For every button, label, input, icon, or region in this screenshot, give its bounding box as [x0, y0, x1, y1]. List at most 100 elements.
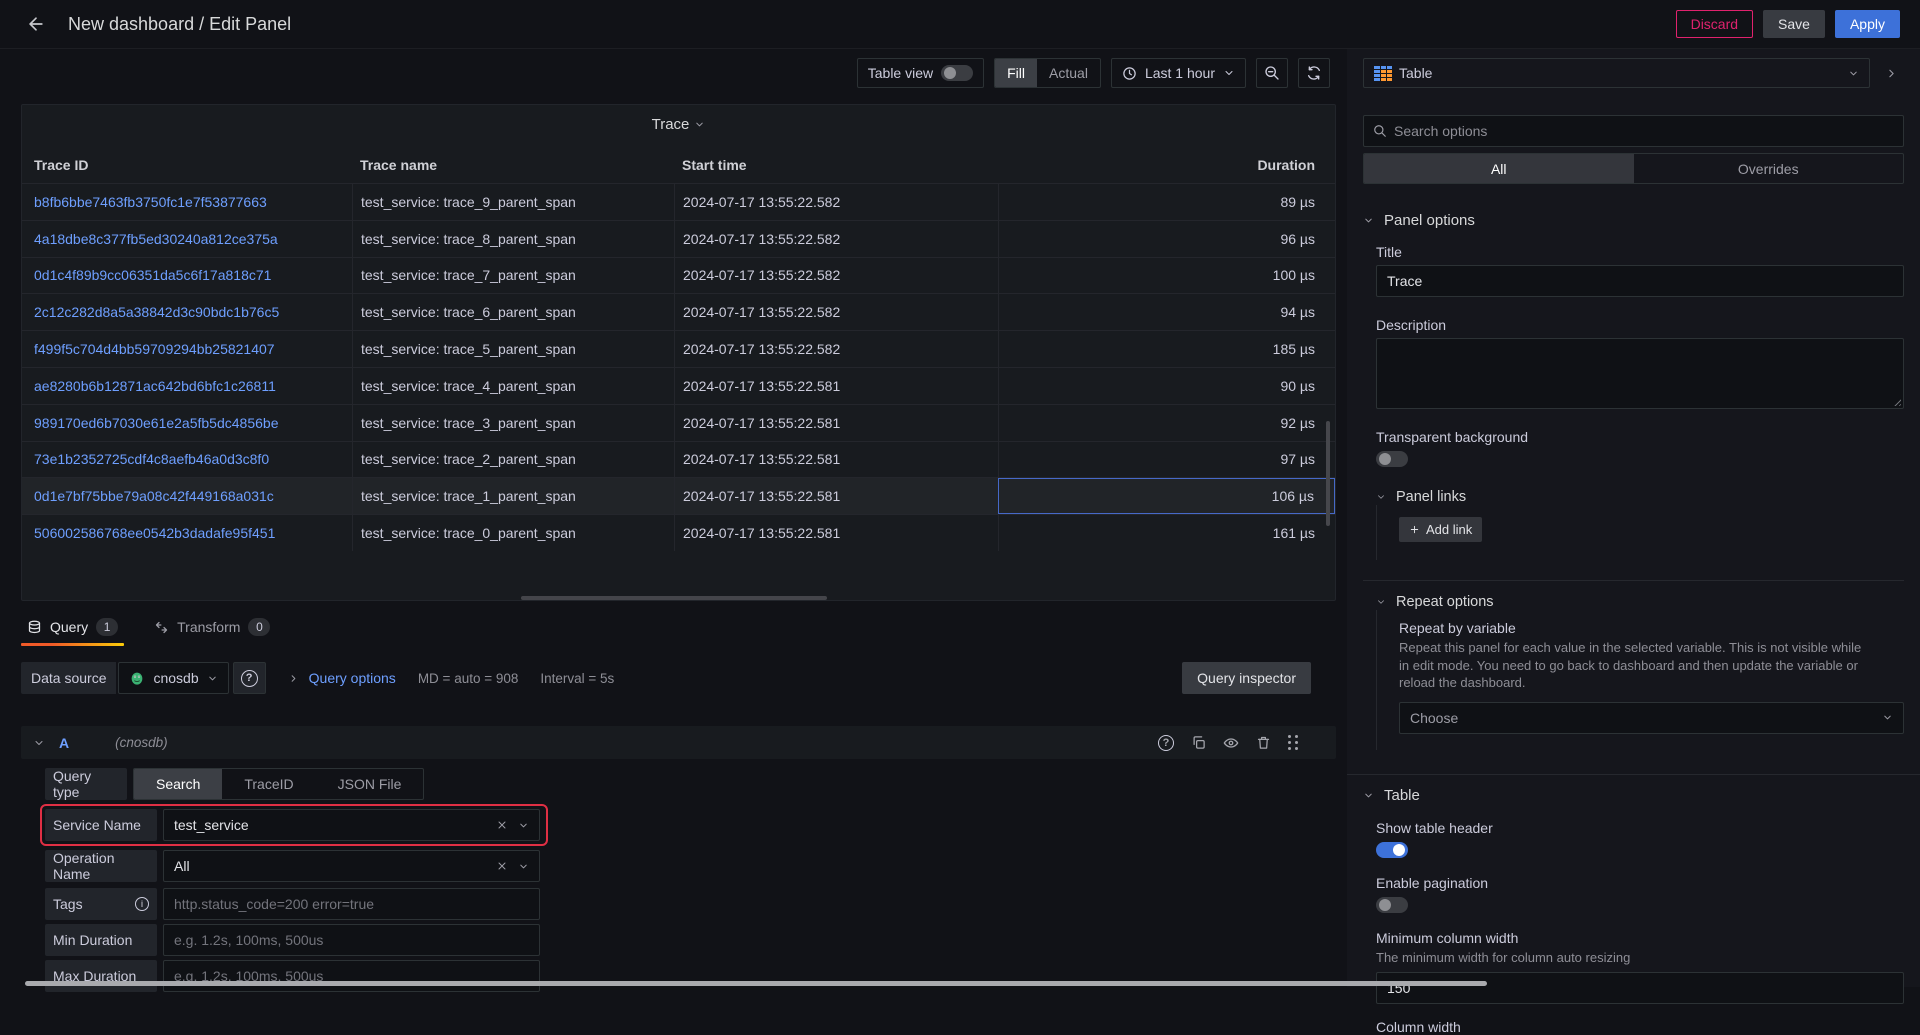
datasource-help-button[interactable]: ? [232, 662, 266, 694]
operation-name-value: All [174, 858, 190, 874]
options-search [1363, 115, 1904, 147]
fill-actual-group: Fill Actual [994, 58, 1101, 88]
trace-id-link[interactable]: f499f5c704d4bb59709294bb25821407 [34, 341, 275, 357]
window-horizontal-scrollbar[interactable] [25, 981, 1487, 986]
tab-all[interactable]: All [1364, 154, 1634, 183]
tab-query[interactable]: Query 1 [21, 614, 125, 646]
back-arrow-icon[interactable] [22, 10, 50, 38]
duration-cell[interactable]: 92 µs [998, 404, 1335, 441]
table-row: 506002586768ee0542b3dadafe95f451 test_se… [22, 514, 1335, 551]
apply-button[interactable]: Apply [1834, 10, 1900, 38]
query-editor-header[interactable]: A (cnosdb) ? [21, 726, 1336, 759]
table-section-header[interactable]: Table [1363, 787, 1904, 804]
tab-query-label: Query [50, 619, 89, 635]
clear-icon[interactable] [496, 860, 508, 872]
clear-icon[interactable] [496, 819, 508, 831]
query-type-traceid[interactable]: TraceID [222, 769, 315, 799]
panel-links-section-header[interactable]: Panel links [1376, 489, 1904, 505]
datasource-select[interactable]: cnosdb [118, 662, 229, 694]
start-time-cell: 2024-07-17 13:55:22.581 [674, 367, 998, 404]
query-help-button[interactable]: ? [1158, 734, 1174, 751]
hide-query-button[interactable] [1223, 735, 1239, 751]
table-row: 2c12c282d8a5a38842d3c90bdc1b76c5 test_se… [22, 293, 1335, 331]
pane-splitter-handle[interactable] [521, 596, 827, 600]
trace-id-link[interactable]: 0d1c4f89b9cc06351da5c6f17a818c71 [34, 267, 271, 283]
save-button[interactable]: Save [1763, 10, 1825, 38]
chevron-down-icon [1848, 68, 1859, 79]
drag-handle-icon[interactable] [1288, 734, 1298, 751]
min-duration-label: Min Duration [45, 924, 157, 956]
operation-name-select[interactable]: All [163, 850, 540, 882]
chevron-down-icon[interactable] [518, 820, 529, 831]
trace-id-link[interactable]: b8fb6bbe7463fb3750fc1e7f53877663 [34, 194, 267, 210]
duplicate-query-button[interactable] [1191, 735, 1206, 750]
actual-button[interactable]: Actual [1037, 59, 1100, 87]
panel-title-input[interactable] [1376, 265, 1904, 297]
duration-cell[interactable]: 90 µs [998, 367, 1335, 404]
query-type-row: Query type Search TraceID JSON File [45, 768, 1336, 800]
col-header-start-time[interactable]: Start time [674, 146, 998, 183]
add-link-button[interactable]: Add link [1399, 517, 1483, 542]
all-overrides-tabs: All Overrides [1363, 153, 1904, 184]
viz-type-select[interactable]: Table [1363, 58, 1870, 88]
trace-id-link[interactable]: 989170ed6b7030e61e2a5fb5dc4856be [34, 415, 278, 431]
viz-type-label: Table [1399, 65, 1433, 81]
col-header-duration[interactable]: Duration [998, 146, 1335, 183]
trace-panel-title[interactable]: Trace [22, 105, 1335, 143]
min-column-width-description: The minimum width for column auto resizi… [1376, 949, 1631, 965]
tags-row: Tags i [45, 888, 1336, 920]
transparent-background-toggle[interactable] [1376, 451, 1408, 467]
repeat-options-section-header[interactable]: Repeat options [1376, 594, 1904, 610]
trace-id-link[interactable]: 0d1e7bf75bbe79a08c42f449168a031c [34, 488, 274, 504]
tags-input[interactable] [174, 896, 529, 912]
trace-id-link[interactable]: 506002586768ee0542b3dadafe95f451 [34, 525, 275, 541]
col-header-trace-name[interactable]: Trace name [352, 146, 674, 183]
trace-id-link[interactable]: 4a18dbe8c377fb5ed30240a812ce375a [34, 231, 278, 247]
col-header-trace-id[interactable]: Trace ID [22, 146, 352, 183]
min-column-width-input[interactable] [1376, 972, 1904, 1005]
duration-cell[interactable]: 94 µs [998, 294, 1335, 331]
refresh-icon [1308, 66, 1320, 80]
collapse-options-button[interactable] [1878, 58, 1904, 88]
options-search-input[interactable] [1394, 123, 1894, 139]
tab-overrides[interactable]: Overrides [1634, 154, 1904, 183]
query-options-toggle[interactable]: Query options [288, 670, 396, 686]
duration-cell[interactable]: 185 µs [998, 331, 1335, 367]
duration-cell[interactable]: 161 µs [998, 515, 1335, 551]
trace-id-link[interactable]: 2c12c282d8a5a38842d3c90bdc1b76c5 [34, 304, 279, 320]
duration-cell[interactable]: 100 µs [998, 257, 1335, 294]
duration-cell[interactable]: 97 µs [998, 441, 1335, 478]
remove-query-button[interactable] [1256, 735, 1271, 750]
trace-name-cell: test_service: trace_7_parent_span [352, 257, 674, 294]
resize-handle-icon[interactable] [1892, 397, 1901, 406]
query-inspector-button[interactable]: Query inspector [1182, 662, 1311, 694]
chevron-down-icon [1225, 71, 1233, 75]
min-duration-input[interactable] [174, 932, 529, 948]
start-time-cell: 2024-07-17 13:55:22.581 [674, 404, 998, 441]
tab-transform-label: Transform [177, 619, 241, 635]
repeat-variable-select[interactable]: Choose [1399, 701, 1904, 734]
chevron-down-icon[interactable] [518, 861, 529, 872]
duration-cell[interactable]: 106 µs [998, 478, 1335, 515]
table-view-toggle[interactable] [941, 65, 974, 81]
panel-options-section-header[interactable]: Panel options [1363, 212, 1904, 229]
discard-button[interactable]: Discard [1675, 10, 1754, 38]
zoom-out-button[interactable] [1256, 58, 1288, 88]
panel-vertical-scrollbar[interactable] [1326, 421, 1330, 526]
query-type-search[interactable]: Search [134, 769, 223, 799]
time-range-picker[interactable]: Last 1 hour [1110, 58, 1246, 88]
refresh-button[interactable] [1298, 58, 1330, 88]
trace-id-link[interactable]: 73e1b2352725cdf4c8aefb46a0d3c8f0 [34, 451, 269, 467]
show-table-header-toggle[interactable] [1376, 841, 1408, 858]
service-name-select[interactable]: test_service [163, 809, 540, 841]
service-name-value: test_service [174, 817, 249, 833]
duration-cell[interactable]: 96 µs [998, 220, 1335, 257]
tab-transform[interactable]: Transform 0 [148, 614, 276, 646]
query-type-json-file[interactable]: JSON File [316, 769, 424, 799]
panel-description-textarea[interactable] [1376, 338, 1904, 409]
fill-button[interactable]: Fill [995, 59, 1038, 87]
enable-pagination-toggle[interactable] [1376, 896, 1408, 913]
duration-cell[interactable]: 89 µs [998, 184, 1335, 220]
trace-id-link[interactable]: ae8280b6b12871ac642bd6bfc1c26811 [34, 378, 276, 394]
start-time-cell: 2024-07-17 13:55:22.581 [674, 478, 998, 515]
